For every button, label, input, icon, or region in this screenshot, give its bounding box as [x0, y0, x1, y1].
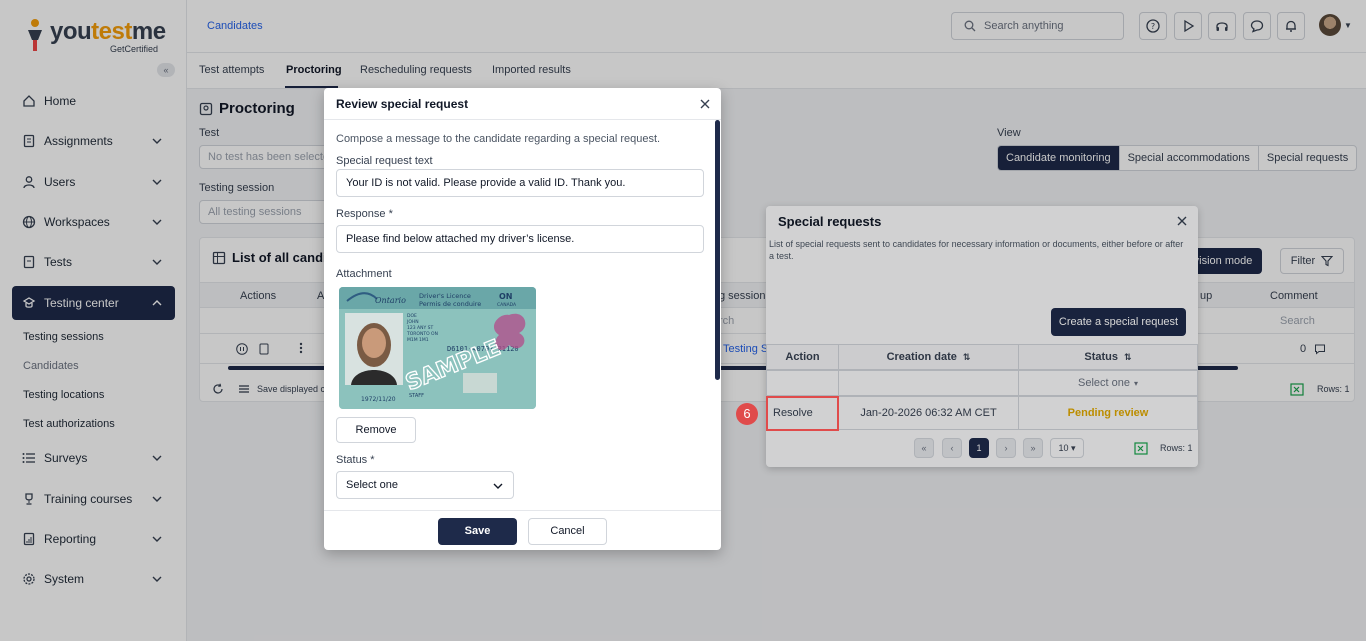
page-button-1[interactable]: 1	[969, 438, 989, 458]
page-size-select[interactable]: 10 ▾	[1050, 438, 1084, 458]
special-request-text-field[interactable]: Your ID is not valid. Please provide a v…	[336, 169, 704, 197]
sort-icon: ⇅	[1124, 351, 1132, 362]
column-header-status-label: Status	[1084, 351, 1119, 363]
svg-text:CANADA: CANADA	[497, 302, 517, 308]
column-header-status[interactable]: Status ⇅	[1018, 344, 1198, 370]
cancel-button[interactable]: Cancel	[528, 518, 607, 545]
column-header-creation-date-label: Creation date	[886, 351, 957, 363]
status-filter-select[interactable]: Select one ▾	[1018, 370, 1198, 396]
attachment-image[interactable]: Ontario Driver's Licence Permis de condu…	[339, 287, 536, 409]
dialog-intro: Compose a message to the candidate regar…	[336, 133, 661, 145]
close-icon[interactable]	[699, 98, 711, 110]
create-special-request-button[interactable]: Create a special request	[1051, 308, 1186, 336]
status-badge: Pending review	[1018, 396, 1198, 430]
response-label: Response *	[336, 208, 393, 220]
remove-attachment-button[interactable]: Remove	[336, 417, 416, 443]
status-select-value: Select one	[346, 479, 398, 491]
status-label: Status *	[336, 454, 375, 466]
dialog-scrollbar[interactable]	[715, 120, 720, 380]
svg-text:Ontario: Ontario	[375, 296, 406, 305]
special-request-text-label: Special request text	[336, 155, 433, 167]
dialog-title: Review special request	[336, 97, 469, 111]
first-page-button[interactable]: «	[914, 438, 934, 458]
excel-export-icon[interactable]	[1134, 442, 1148, 455]
annotation-highlight	[766, 396, 839, 431]
chevron-down-icon: ▾	[1133, 378, 1138, 388]
column-header-creation-date[interactable]: Creation date ⇅	[838, 344, 1019, 370]
dialog-header: Review special request	[324, 88, 721, 120]
svg-text:JOHN: JOHN	[406, 319, 419, 325]
date-filter-cell[interactable]	[838, 370, 1019, 396]
svg-text:TORONTO ON: TORONTO ON	[406, 331, 438, 337]
pagination: « ‹ 1 › » 10 ▾ Rows: 1	[766, 434, 1198, 462]
attachment-label: Attachment	[336, 268, 392, 280]
special-requests-title: Special requests	[778, 214, 882, 229]
status-select[interactable]: Select one	[336, 471, 514, 499]
last-page-button[interactable]: »	[1023, 438, 1043, 458]
response-field[interactable]: Please find below attached my driver’s l…	[336, 225, 704, 253]
action-filter-cell	[766, 370, 839, 396]
rows-count: Rows: 1	[1160, 443, 1193, 453]
dialog-body: Compose a message to the candidate regar…	[324, 120, 721, 510]
save-button[interactable]: Save	[438, 518, 517, 545]
sort-icon: ⇅	[962, 351, 971, 362]
drivers-license-image: Ontario Driver's Licence Permis de condu…	[339, 287, 536, 409]
svg-text:1972/11/20: 1972/11/20	[361, 396, 396, 403]
svg-text:ON: ON	[499, 292, 513, 301]
review-special-request-dialog: Review special request Compose a message…	[324, 88, 721, 550]
page-size-value: 10	[1058, 443, 1069, 453]
creation-date-cell: Jan-20-2026 06:32 AM CET	[838, 396, 1019, 430]
status-filter-value: Select one	[1078, 377, 1130, 389]
svg-text:M1M 1M1: M1M 1M1	[407, 337, 429, 343]
dialog-footer: Save Cancel	[324, 510, 721, 550]
special-requests-description: List of special requests sent to candida…	[769, 239, 1184, 261]
svg-text:Permis de conduire: Permis de conduire	[419, 300, 481, 308]
column-header-action: Action	[766, 344, 839, 370]
svg-text:DOE: DOE	[407, 313, 417, 319]
next-page-button[interactable]: ›	[996, 438, 1016, 458]
close-icon[interactable]	[1176, 215, 1188, 227]
chevron-down-icon	[493, 483, 503, 489]
svg-text:Driver's Licence: Driver's Licence	[419, 292, 471, 300]
previous-page-button[interactable]: ‹	[942, 438, 962, 458]
svg-text:123 ANY ST: 123 ANY ST	[407, 325, 433, 331]
step-badge: 6	[736, 403, 758, 425]
